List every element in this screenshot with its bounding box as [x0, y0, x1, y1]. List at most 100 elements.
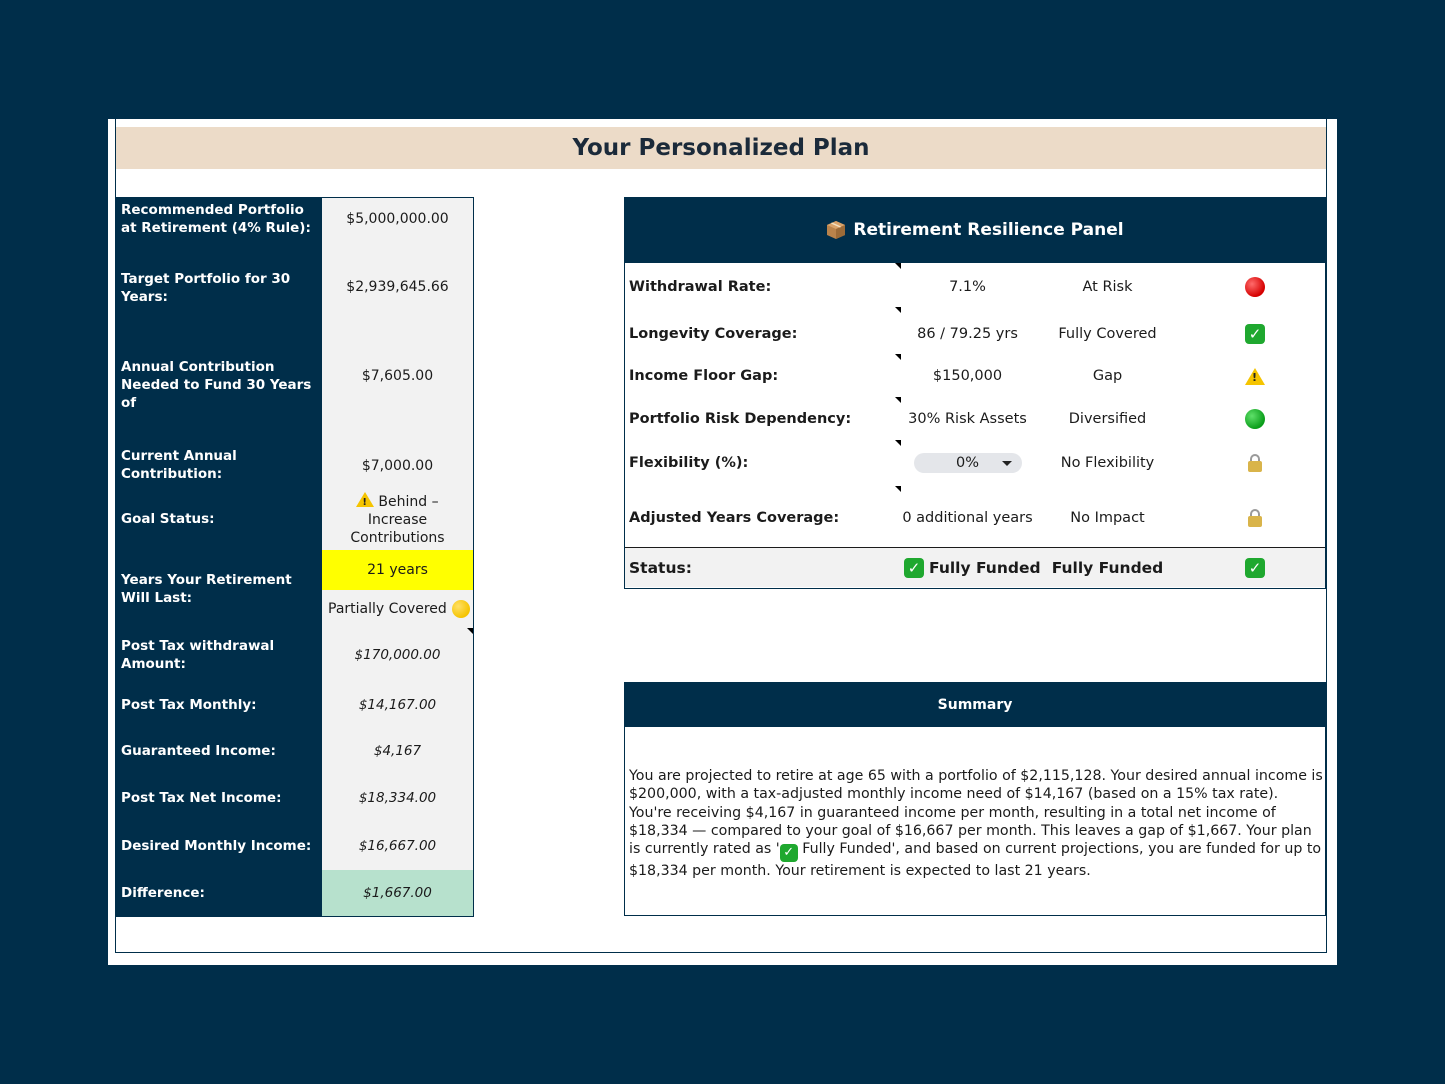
- row-label: Income Floor Gap:: [629, 368, 779, 384]
- status-value-cell: ✓ Fully Funded: [904, 548, 1041, 588]
- note-marker-icon: [895, 263, 901, 269]
- panel-row-flexibility[interactable]: Flexibility (%): 0% No Flexibility: [625, 443, 1325, 483]
- lock-icon: [1248, 509, 1262, 527]
- note-marker-icon: [895, 354, 901, 360]
- row-label: Adjusted Years Coverage:: [629, 510, 840, 526]
- status-status[interactable]: Fully Funded: [1040, 548, 1175, 588]
- package-icon: [826, 220, 846, 240]
- row-status[interactable]: Diversified: [1040, 399, 1175, 439]
- summary-panel: Summary You are projected to retire at a…: [624, 682, 1326, 916]
- row-label: Portfolio Risk Dependency:: [629, 411, 852, 427]
- summary-title: Summary: [625, 683, 1325, 727]
- row-status[interactable]: Gap: [1040, 356, 1175, 396]
- status-icon-cell: [1225, 356, 1285, 396]
- table-row[interactable]: Goal Status: Behind – Increase Contribut…: [117, 488, 473, 550]
- row-value[interactable]: $4,167: [322, 728, 473, 774]
- panel-row-withdrawal[interactable]: Withdrawal Rate: 7.1% At Risk: [625, 267, 1325, 307]
- row-label: Current Annual Contribution:: [117, 424, 322, 488]
- status-icon-cell: [1225, 498, 1285, 538]
- row-value[interactable]: 30% Risk Assets: [895, 399, 1040, 439]
- row-value[interactable]: $2,939,645.66: [322, 240, 473, 336]
- row-value[interactable]: 0 additional years: [895, 498, 1040, 538]
- note-marker-icon: [895, 397, 901, 403]
- title-banner: Your Personalized Plan: [116, 127, 1326, 169]
- table-row[interactable]: Guaranteed Income: $4,167: [117, 728, 473, 774]
- row-label: Years Your Retirement Will Last:: [117, 550, 322, 628]
- panel-row-income-gap[interactable]: Income Floor Gap: $150,000 Gap: [625, 356, 1325, 396]
- lock-icon: [1248, 454, 1262, 472]
- warning-icon: [356, 491, 375, 512]
- row-value[interactable]: 7.1%: [895, 267, 1040, 307]
- row-value[interactable]: $14,167.00: [322, 682, 473, 728]
- row-status[interactable]: Fully Covered: [1040, 314, 1175, 354]
- table-row[interactable]: Annual Contribution Needed to Fund 30 Ye…: [117, 336, 473, 424]
- row-label: Post Tax withdrawal Amount:: [117, 628, 322, 682]
- table-row[interactable]: Recommended Portfolio at Retirement (4% …: [117, 198, 473, 240]
- table-row[interactable]: Post Tax Monthly: $14,167.00: [117, 682, 473, 728]
- green-check-icon: ✓: [779, 843, 798, 862]
- table-row[interactable]: Post Tax withdrawal Amount: $170,000.00: [117, 628, 473, 682]
- row-label: Goal Status:: [117, 488, 322, 550]
- note-marker-icon: [895, 486, 901, 492]
- table-row[interactable]: Difference: $1,667.00: [117, 870, 473, 916]
- table-row[interactable]: Post Tax Net Income: $18,334.00: [117, 774, 473, 822]
- row-label: Difference:: [117, 870, 322, 916]
- row-value[interactable]: $18,334.00: [322, 774, 473, 822]
- row-label: Recommended Portfolio at Retirement (4% …: [117, 198, 322, 240]
- table-row[interactable]: Current Annual Contribution: $7,000.00: [117, 424, 473, 488]
- panel-title: Retirement Resilience Panel: [853, 220, 1124, 240]
- status-icon-cell: [1225, 443, 1285, 483]
- note-marker-icon: [467, 628, 473, 634]
- panel-status-row[interactable]: Status: ✓ Fully Funded Fully Funded ✓: [625, 547, 1325, 587]
- table-row[interactable]: Years Your Retirement Will Last: 21 year…: [117, 550, 473, 628]
- note-marker-icon: [895, 307, 901, 313]
- panel-row-longevity[interactable]: Longevity Coverage: 86 / 79.25 yrs Fully…: [625, 314, 1325, 354]
- note-marker-icon: [895, 440, 901, 446]
- table-row[interactable]: Target Portfolio for 30 Years: $2,939,64…: [117, 240, 473, 336]
- row-value[interactable]: $150,000: [895, 356, 1040, 396]
- status-icon-cell: ✓: [1225, 314, 1285, 354]
- row-value[interactable]: 86 / 79.25 yrs: [895, 314, 1040, 354]
- resilience-panel: Retirement Resilience Panel Withdrawal R…: [624, 197, 1326, 589]
- spreadsheet-page: Your Personalized Plan Recommended Portf…: [108, 119, 1337, 965]
- chevron-down-icon: [1001, 461, 1012, 466]
- page-title: Your Personalized Plan: [572, 135, 870, 161]
- panel-header: Retirement Resilience Panel: [625, 197, 1325, 263]
- row-label: Flexibility (%):: [629, 455, 749, 471]
- row-label: Guaranteed Income:: [117, 728, 322, 774]
- row-value[interactable]: $16,667.00: [322, 822, 473, 870]
- status-icon-cell: ✓: [1225, 548, 1285, 588]
- green-circle-icon: [1245, 409, 1265, 429]
- row-value[interactable]: $7,605.00: [322, 336, 473, 424]
- table-row[interactable]: Desired Monthly Income: $16,667.00: [117, 822, 473, 870]
- row-label: Target Portfolio for 30 Years:: [117, 240, 322, 336]
- status-icon-cell: [1225, 399, 1285, 439]
- green-check-icon: ✓: [1245, 324, 1265, 344]
- status-label: Status:: [629, 559, 692, 577]
- row-status[interactable]: No Flexibility: [1040, 443, 1175, 483]
- row-label: Post Tax Net Income:: [117, 774, 322, 822]
- years-last-value[interactable]: 21 years: [322, 550, 473, 590]
- row-status[interactable]: At Risk: [1040, 267, 1175, 307]
- coverage-value[interactable]: Partially Covered: [322, 590, 473, 628]
- flexibility-dropdown[interactable]: 0%: [913, 453, 1022, 473]
- green-check-icon: ✓: [1245, 558, 1265, 578]
- goal-status-value[interactable]: Behind – Increase Contributions: [322, 488, 473, 550]
- portfolio-table: Recommended Portfolio at Retirement (4% …: [116, 197, 474, 917]
- row-label: Annual Contribution Needed to Fund 30 Ye…: [117, 336, 322, 424]
- row-value[interactable]: $7,000.00: [322, 424, 473, 488]
- yellow-circle-icon: [451, 600, 470, 618]
- row-value[interactable]: $170,000.00: [322, 628, 473, 682]
- row-label: Withdrawal Rate:: [629, 279, 772, 295]
- flexibility-cell: 0%: [895, 443, 1040, 483]
- status-value[interactable]: Fully Funded: [929, 559, 1041, 577]
- panel-row-risk[interactable]: Portfolio Risk Dependency: 30% Risk Asse…: [625, 399, 1325, 439]
- warning-icon: [1245, 367, 1265, 385]
- difference-value[interactable]: $1,667.00: [322, 870, 473, 916]
- red-circle-icon: [1245, 277, 1265, 297]
- row-label: Desired Monthly Income:: [117, 822, 322, 870]
- row-status[interactable]: No Impact: [1040, 498, 1175, 538]
- panel-row-adjusted-years[interactable]: Adjusted Years Coverage: 0 additional ye…: [625, 498, 1325, 538]
- row-value[interactable]: $5,000,000.00: [322, 198, 473, 240]
- summary-text[interactable]: You are projected to retire at age 65 wi…: [629, 767, 1323, 880]
